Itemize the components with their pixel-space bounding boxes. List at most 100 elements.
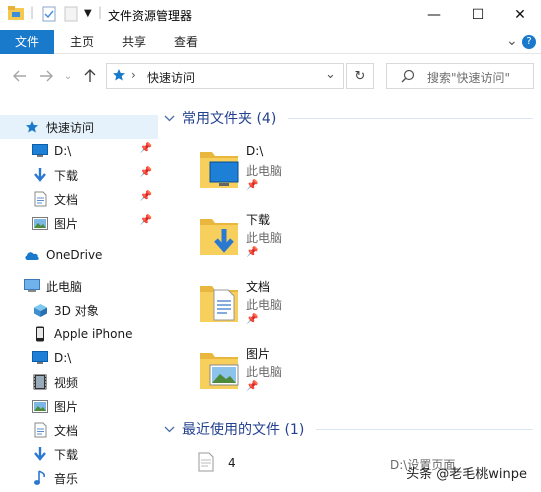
sidebar-item-downloads-pc[interactable]: 下载 bbox=[0, 442, 158, 466]
monitor-folder-icon bbox=[198, 146, 240, 193]
pin-icon: 📌 bbox=[139, 143, 152, 154]
divider: | bbox=[30, 5, 35, 19]
folder-tile[interactable]: D:\ 此电脑 📌 bbox=[198, 142, 498, 204]
tab-view[interactable]: 查看 bbox=[166, 30, 206, 54]
maximize-button[interactable]: ☐ bbox=[457, 0, 499, 30]
pictures-icon bbox=[32, 398, 48, 414]
tab-file[interactable]: 文件 bbox=[0, 30, 54, 54]
divider bbox=[288, 118, 533, 119]
quick-access-toolbar-dropdown-icon[interactable]: ▼ bbox=[84, 8, 92, 19]
sidebar-item-label: 快速访问 bbox=[46, 120, 95, 135]
close-button[interactable]: ✕ bbox=[499, 0, 541, 30]
new-folder-icon[interactable] bbox=[64, 6, 78, 25]
3d-objects-icon bbox=[32, 302, 48, 318]
folder-location: 此电脑 bbox=[246, 365, 283, 379]
pin-icon: 📌 bbox=[139, 191, 152, 202]
folder-name: 文档 bbox=[246, 280, 271, 294]
folder-name: 图片 bbox=[246, 347, 271, 361]
group-title: 最近使用的文件 (1) bbox=[182, 422, 305, 438]
search-box[interactable]: 搜索"快速访问" bbox=[386, 63, 534, 89]
breadcrumb-separator[interactable]: › bbox=[131, 68, 136, 82]
expand-ribbon-icon[interactable]: ⌄ bbox=[506, 33, 518, 49]
title-bar: | ▼ | 文件资源管理器 — ☐ ✕ bbox=[0, 0, 541, 30]
address-dropdown-icon[interactable]: ⌄ bbox=[325, 67, 336, 82]
sidebar-item-documents-pc[interactable]: 文档 bbox=[0, 418, 158, 442]
folder-tile[interactable]: 文档 此电脑 📌 bbox=[198, 276, 498, 338]
sidebar-item-this-pc[interactable]: 此电脑 bbox=[0, 274, 158, 298]
group-header-frequent[interactable]: 常用文件夹 (4) bbox=[164, 106, 276, 130]
search-icon bbox=[401, 69, 415, 86]
file-name: 4 bbox=[228, 456, 236, 470]
sidebar-item-label: 文档 bbox=[54, 192, 79, 207]
properties-icon[interactable] bbox=[42, 6, 56, 25]
up-arrow-icon bbox=[84, 69, 96, 82]
folder-location: 此电脑 bbox=[246, 231, 283, 245]
help-icon[interactable]: ? bbox=[522, 35, 536, 49]
sidebar-item-label: 3D 对象 bbox=[54, 303, 99, 318]
sidebar-item-music[interactable]: 音乐 bbox=[0, 466, 158, 490]
watermark: 头条 @老毛桃winpe bbox=[406, 467, 527, 482]
divider: | bbox=[98, 5, 103, 19]
monitor-icon bbox=[32, 350, 48, 366]
document-icon bbox=[32, 422, 48, 438]
navigation-pane: 快速访问 D:\ 📌 下载 📌 文档 📌 图片 📌 OneDrive 此电脑 3… bbox=[0, 98, 158, 492]
sidebar-item-label: 图片 bbox=[54, 216, 79, 231]
sidebar-item-label: D:\ bbox=[54, 351, 72, 365]
group-title: 常用文件夹 (4) bbox=[182, 111, 277, 127]
folder-name: D:\ bbox=[246, 144, 264, 158]
search-input[interactable]: 搜索"快速访问" bbox=[427, 69, 510, 86]
folder-tile[interactable]: 图片 此电脑 📌 bbox=[198, 343, 498, 405]
sidebar-item-videos[interactable]: 视频 bbox=[0, 370, 158, 394]
quick-access-star-icon bbox=[24, 119, 40, 135]
sidebar-item-quick-access[interactable]: 快速访问 bbox=[0, 115, 158, 139]
address-bar[interactable]: › 快速访问 ⌄ bbox=[106, 63, 344, 89]
breadcrumb-quick-access[interactable]: 快速访问 bbox=[147, 69, 195, 86]
tab-home[interactable]: 主页 bbox=[62, 30, 102, 54]
sidebar-item-3d-objects[interactable]: 3D 对象 bbox=[0, 298, 158, 322]
sidebar-item-label: Apple iPhone bbox=[54, 327, 133, 341]
sidebar-item-d-drive-pc[interactable]: D:\ bbox=[0, 346, 158, 370]
sidebar-item-onedrive[interactable]: OneDrive bbox=[0, 243, 158, 267]
pin-icon: 📌 bbox=[246, 314, 259, 325]
chevron-down-icon bbox=[164, 423, 178, 436]
sidebar-item-label: 文档 bbox=[54, 423, 79, 438]
sidebar-item-d-drive[interactable]: D:\ 📌 bbox=[0, 139, 158, 163]
folder-tile[interactable]: 下载 此电脑 📌 bbox=[198, 209, 498, 271]
content-pane: 常用文件夹 (4) D:\ 此电脑 📌 下载 此电脑 📌 文档 此电脑 📌 图片… bbox=[158, 98, 541, 492]
sidebar-item-documents[interactable]: 文档 📌 bbox=[0, 187, 158, 211]
sidebar-item-apple-iphone[interactable]: Apple iPhone bbox=[0, 322, 158, 346]
divider bbox=[316, 429, 533, 430]
sidebar-item-label: 此电脑 bbox=[46, 279, 83, 294]
tab-share[interactable]: 共享 bbox=[114, 30, 154, 54]
file-icon bbox=[198, 452, 214, 475]
folder-app-icon bbox=[8, 6, 24, 23]
download-icon bbox=[32, 446, 48, 462]
refresh-button[interactable]: ↻ bbox=[346, 63, 374, 89]
quick-access-star-icon bbox=[112, 68, 126, 85]
sidebar-item-label: 音乐 bbox=[54, 471, 79, 486]
back-arrow-icon bbox=[13, 70, 26, 82]
pin-icon: 📌 bbox=[246, 247, 259, 258]
sidebar-item-pictures-pc[interactable]: 图片 bbox=[0, 394, 158, 418]
video-icon bbox=[32, 374, 48, 390]
up-button[interactable] bbox=[80, 66, 100, 86]
download-icon bbox=[32, 167, 48, 183]
forward-button[interactable] bbox=[36, 66, 56, 86]
document-icon bbox=[32, 191, 48, 207]
document-folder-icon bbox=[198, 280, 240, 327]
monitor-icon bbox=[32, 143, 48, 159]
sidebar-item-label: 图片 bbox=[54, 399, 79, 414]
computer-icon bbox=[24, 278, 40, 294]
pin-icon: 📌 bbox=[246, 180, 259, 191]
back-button[interactable] bbox=[10, 66, 30, 86]
music-icon bbox=[32, 470, 48, 486]
minimize-button[interactable]: — bbox=[413, 0, 455, 30]
sidebar-item-downloads[interactable]: 下载 📌 bbox=[0, 163, 158, 187]
recent-locations-dropdown-icon[interactable]: ⌄ bbox=[58, 66, 78, 86]
sidebar-item-label: 视频 bbox=[54, 375, 79, 390]
folder-location: 此电脑 bbox=[246, 298, 283, 312]
group-header-recent[interactable]: 最近使用的文件 (1) bbox=[164, 417, 304, 441]
sidebar-item-pictures[interactable]: 图片 📌 bbox=[0, 211, 158, 235]
forward-arrow-icon bbox=[40, 70, 53, 82]
chevron-down-icon bbox=[164, 112, 178, 125]
